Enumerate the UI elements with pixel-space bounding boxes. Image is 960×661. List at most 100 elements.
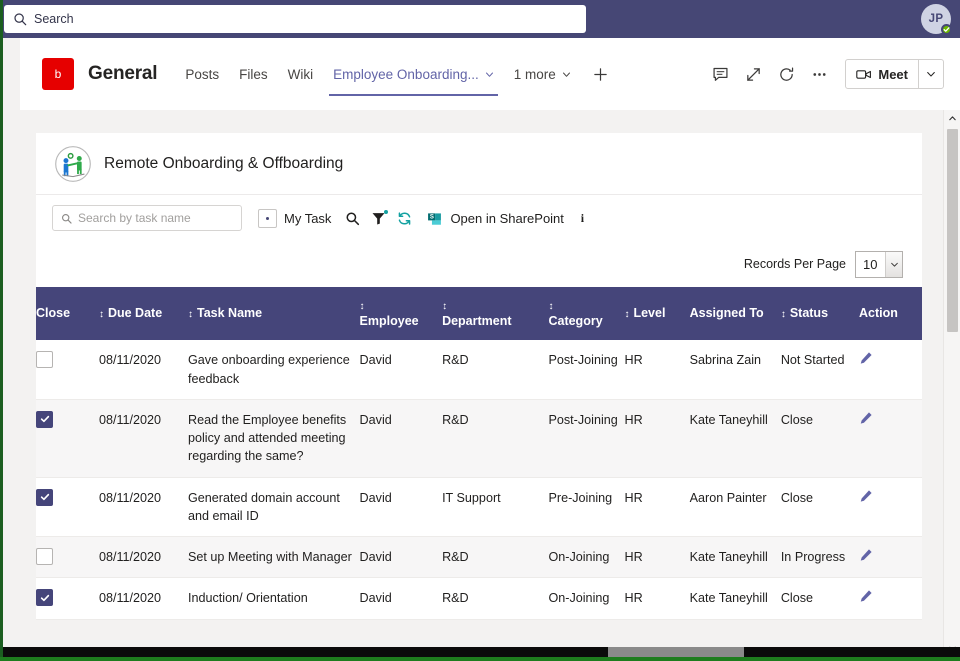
search-icon[interactable] — [345, 211, 360, 226]
task-search-input[interactable]: Search by task name — [52, 205, 242, 231]
user-avatar-wrap[interactable]: JP — [921, 4, 952, 35]
col-header-assigned-to-label: Assigned To — [689, 305, 764, 320]
row-category: On-Joining — [548, 536, 625, 579]
edit-icon[interactable] — [859, 489, 873, 503]
expand-icon[interactable] — [738, 59, 768, 89]
edit-icon[interactable] — [859, 411, 873, 425]
refresh-icon[interactable] — [771, 59, 801, 89]
chat-icon[interactable] — [705, 59, 735, 89]
presence-available-icon — [941, 24, 952, 35]
app-toolbar: Search by task name My Task S Open in Sh… — [36, 195, 922, 241]
row-department: R&D — [442, 536, 549, 579]
row-close-checkbox[interactable] — [36, 589, 53, 607]
edit-icon[interactable] — [859, 548, 873, 562]
col-header-category[interactable]: ↕ Category — [548, 287, 625, 341]
row-assigned-to: Aaron Painter — [689, 477, 781, 537]
svg-text:S: S — [430, 214, 434, 220]
row-action-cell — [858, 577, 922, 620]
add-tab-button[interactable] — [581, 67, 620, 82]
row-status: Close — [780, 399, 859, 478]
row-task-name: Gave onboarding experience feedback — [188, 340, 360, 400]
col-header-close[interactable]: Close — [36, 287, 99, 341]
row-due-date: 08/11/2020 — [98, 536, 188, 579]
os-taskbar-item[interactable] — [608, 647, 744, 657]
col-header-due-date-label: Due Date — [107, 305, 163, 320]
row-task-name: Set up Meeting with Manager — [188, 536, 360, 579]
col-header-category-label: Category — [548, 313, 603, 328]
col-header-employee[interactable]: ↕ Employee — [359, 287, 443, 341]
channel-header-actions: Meet — [705, 59, 960, 89]
col-header-task-name[interactable]: ↕ Task Name — [188, 287, 360, 341]
tab-files[interactable]: Files — [229, 38, 278, 110]
row-assigned-to: Kate Taneyhill — [689, 577, 781, 620]
meet-button[interactable]: Meet — [846, 60, 918, 88]
row-close-checkbox[interactable] — [36, 351, 53, 369]
refresh-icon[interactable] — [397, 211, 412, 226]
info-icon[interactable]: i — [576, 211, 589, 225]
row-status: Close — [780, 577, 859, 620]
col-header-due-date[interactable]: ↕ Due Date — [98, 287, 188, 341]
chevron-down-icon — [485, 72, 493, 77]
meet-button-label: Meet — [878, 66, 908, 82]
tab-employee-onboarding[interactable]: Employee Onboarding... — [323, 38, 504, 110]
row-close-cell — [36, 399, 99, 478]
chevron-down-icon[interactable] — [885, 251, 902, 277]
row-close-checkbox[interactable] — [36, 548, 53, 565]
more-options-icon[interactable] — [804, 59, 834, 89]
records-per-page-select[interactable]: 10 — [855, 250, 903, 278]
row-close-cell — [36, 477, 99, 537]
my-task-checkbox[interactable] — [258, 208, 277, 228]
row-category: Pre-Joining — [548, 477, 625, 537]
col-header-status[interactable]: ↕ Status — [780, 287, 859, 341]
row-category: Post-Joining — [548, 399, 625, 478]
my-task-label: My Task — [284, 210, 332, 226]
tab-wiki[interactable]: Wiki — [278, 38, 324, 110]
toolbar-icons — [345, 209, 412, 226]
table-row[interactable]: 08/11/2020 Read the Employee benefits po… — [36, 399, 922, 478]
filter-icon[interactable] — [371, 209, 389, 226]
row-employee: David — [359, 399, 443, 478]
edit-icon[interactable] — [859, 589, 873, 603]
table-row[interactable]: 08/11/2020 Gave onboarding experience fe… — [36, 340, 922, 400]
meet-dropdown-button[interactable] — [918, 60, 943, 88]
app-window: Search JP b General Posts Files Wiki Emp… — [0, 0, 960, 661]
row-action-cell — [858, 340, 922, 400]
page-title: General — [88, 63, 158, 84]
table-row[interactable]: 08/11/2020 Generated domain account and … — [36, 477, 922, 537]
row-level: HR — [624, 340, 690, 400]
col-header-department[interactable]: ↕ Department — [442, 287, 549, 341]
tab-more-label: 1 more — [513, 66, 556, 82]
row-task-name: Generated domain account and email ID — [188, 477, 360, 537]
teams-top-bar: Search JP — [0, 0, 960, 38]
sort-icon: ↕ — [98, 308, 104, 320]
col-header-status-label: Status — [789, 305, 829, 320]
row-close-cell — [36, 536, 99, 579]
onboarding-app-panel: Remote Onboarding & Offboarding Search b… — [36, 133, 922, 620]
col-header-assigned-to[interactable]: Assigned To — [689, 287, 781, 341]
table-row[interactable]: 08/11/2020 Set up Meeting with Manager D… — [36, 536, 922, 579]
tab-posts-label: Posts — [185, 66, 220, 82]
tab-posts[interactable]: Posts — [175, 38, 229, 110]
col-header-close-label: Close — [36, 305, 71, 320]
scrollbar-thumb[interactable] — [947, 129, 958, 332]
tab-more[interactable]: 1 more — [504, 38, 581, 110]
col-header-level[interactable]: ↕ Level — [624, 287, 690, 341]
onboarding-handshake-icon — [55, 145, 91, 182]
row-department: R&D — [442, 399, 549, 478]
plus-icon — [594, 67, 607, 81]
scroll-up-button[interactable] — [944, 110, 960, 127]
row-close-checkbox[interactable] — [36, 488, 53, 506]
global-search-placeholder: Search — [34, 12, 74, 26]
global-search-input[interactable]: Search — [4, 5, 586, 33]
row-close-checkbox[interactable] — [36, 410, 53, 428]
table-row[interactable]: 08/11/2020 Induction/ Orientation David … — [36, 577, 922, 620]
my-task-toggle[interactable]: My Task — [258, 208, 332, 228]
tasks-table-head: Close ↕ Due Date ↕ Task Name ↕ Employee ↕ De — [36, 287, 922, 341]
edit-icon[interactable] — [859, 351, 873, 365]
row-due-date: 08/11/2020 — [98, 399, 188, 478]
content-scrollbar[interactable] — [943, 110, 960, 657]
row-department: R&D — [442, 340, 549, 400]
open-in-sharepoint-button[interactable]: S Open in SharePoint i — [426, 210, 588, 227]
col-header-task-name-label: Task Name — [197, 305, 263, 320]
row-level: HR — [624, 536, 690, 579]
